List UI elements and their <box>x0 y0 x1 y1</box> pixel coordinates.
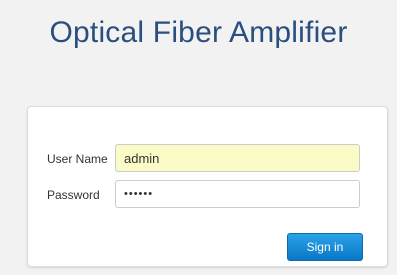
login-panel: User Name Password Sign in <box>27 106 388 267</box>
password-input[interactable] <box>115 180 360 208</box>
password-label: Password <box>47 188 100 202</box>
sign-in-button[interactable]: Sign in <box>287 233 363 261</box>
username-input[interactable] <box>115 144 360 172</box>
app-title: Optical Fiber Amplifier <box>49 16 348 49</box>
username-label: User Name <box>47 152 108 166</box>
